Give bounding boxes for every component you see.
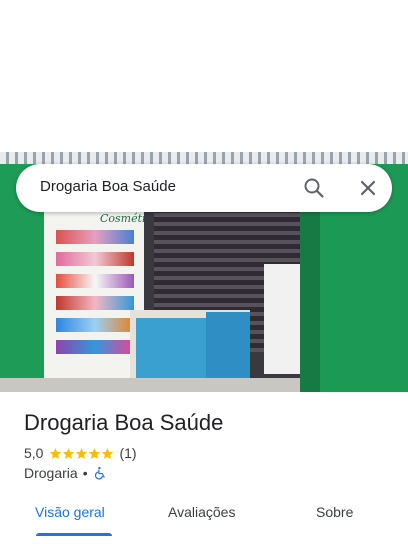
close-icon[interactable] — [356, 176, 380, 200]
store-sign: Cosméti — [100, 212, 146, 225]
search-bar[interactable]: Drogaria Boa Saúde — [16, 164, 392, 212]
map-area — [0, 0, 408, 152]
shelf-row — [56, 252, 134, 266]
counter-advertisement — [136, 318, 206, 378]
place-tabs: Visão geral Avaliações Sobre — [0, 500, 408, 544]
tab-reviews[interactable]: Avaliações — [168, 504, 235, 520]
category-row: Drogaria • — [24, 465, 107, 481]
search-input[interactable]: Drogaria Boa Saúde — [40, 178, 176, 195]
star-icon — [76, 447, 88, 459]
star-icon — [102, 447, 114, 459]
wheelchair-icon — [94, 466, 105, 480]
tab-active-indicator — [36, 533, 112, 536]
star-icon — [89, 447, 101, 459]
star-rating — [49, 447, 114, 460]
separator-dot: • — [82, 465, 88, 481]
counter-advertisement — [206, 312, 250, 382]
shelf-row — [56, 340, 134, 354]
green-wall-edge — [300, 192, 320, 392]
place-category: Drogaria — [24, 465, 78, 481]
review-count[interactable]: (1) — [119, 445, 136, 461]
shelf-row — [56, 296, 134, 310]
tab-overview[interactable]: Visão geral — [35, 504, 105, 520]
shelf-row — [56, 318, 134, 332]
search-icon[interactable] — [302, 176, 326, 200]
rating-value: 5,0 — [24, 445, 44, 461]
tab-about[interactable]: Sobre — [316, 504, 353, 520]
rating-row[interactable]: 5,0 (1) — [24, 445, 137, 461]
place-title: Drogaria Boa Saúde — [24, 410, 224, 435]
star-icon — [63, 447, 75, 459]
awning — [0, 152, 408, 164]
floor — [0, 378, 300, 392]
side-display — [264, 264, 300, 374]
shelf-row — [56, 230, 134, 244]
star-icon — [50, 447, 62, 459]
shelf-row — [56, 274, 134, 288]
